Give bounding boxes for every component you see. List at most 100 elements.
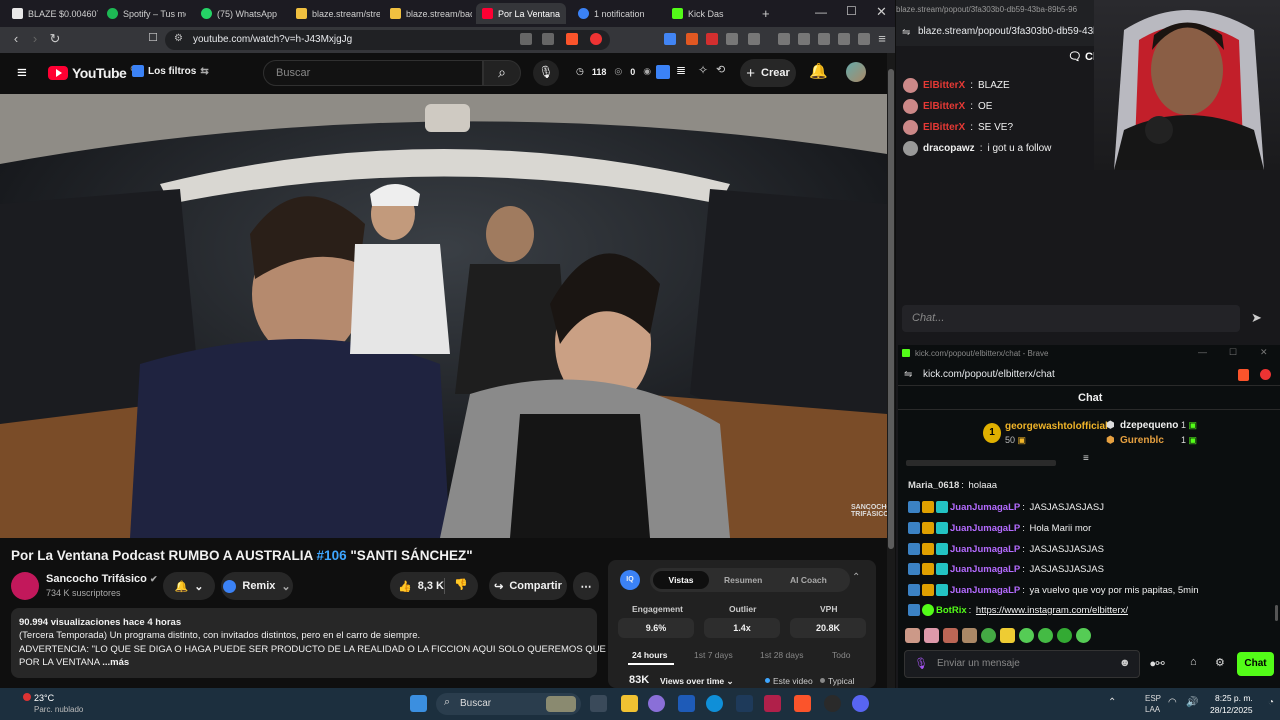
like-button[interactable]: 👍 8,3 K	[398, 580, 444, 593]
maximize-icon[interactable]: ☐	[1229, 347, 1237, 358]
leo-ai-icon[interactable]	[838, 33, 850, 45]
title-hashtag[interactable]: #106	[317, 548, 347, 563]
app-icon[interactable]	[764, 695, 781, 712]
chat-username[interactable]: ElBitterX	[923, 80, 965, 91]
iq-tab-vistas[interactable]: Vistas	[653, 571, 709, 589]
period-7d[interactable]: 1st 7 days	[694, 650, 733, 660]
tune-icon[interactable]: ⇋	[904, 369, 912, 380]
voice-search-button[interactable]: 🎙	[533, 60, 559, 86]
store-icon[interactable]: ⌂	[1190, 656, 1197, 668]
send-chat-button[interactable]: Chat	[1237, 652, 1274, 676]
guide-menu-icon[interactable]: ≡	[17, 63, 27, 83]
video-player[interactable]: SANCOCHO TRIFÁSICO	[0, 94, 887, 538]
emote-icon[interactable]	[1019, 628, 1034, 643]
iq-tab-ai-coach[interactable]: AI Coach	[790, 575, 827, 585]
tab-blaze-stream-2[interactable]: blaze.stream/bac	[384, 3, 472, 24]
views-mode-select[interactable]: Views over time ⌄	[660, 676, 734, 687]
close-tab-icon[interactable]: ✕	[565, 8, 566, 19]
filters-button[interactable]: Los filtros ⇆	[132, 65, 209, 77]
reload-icon[interactable]: ↻	[47, 31, 63, 47]
wifi-icon[interactable]: ◠	[1168, 697, 1177, 708]
app-icon[interactable]	[736, 695, 753, 712]
site-info-icon[interactable]: ⚙	[174, 33, 183, 44]
iq-extension-icon[interactable]	[656, 65, 670, 79]
tab-whatsapp[interactable]: (75) WhatsApp	[195, 3, 285, 24]
emote-icon[interactable]	[1038, 628, 1053, 643]
chat-username[interactable]: ElBitterX	[923, 122, 965, 133]
leader-name[interactable]: dzepequeno	[1120, 420, 1178, 431]
windows-start-icon[interactable]	[410, 695, 427, 712]
blaze-chat-input[interactable]: Chat...	[902, 305, 1240, 332]
minimize-icon[interactable]: —	[815, 5, 827, 19]
menu-hamburger-icon[interactable]: ≡	[874, 31, 890, 46]
language-layout[interactable]: LAA	[1145, 705, 1160, 714]
emote-icon[interactable]	[924, 628, 939, 643]
brave-shield-icon[interactable]	[1238, 369, 1249, 381]
task-view-icon[interactable]	[590, 695, 607, 712]
minimize-icon[interactable]: —	[1198, 347, 1207, 357]
back-arrow-icon[interactable]: ‹	[8, 31, 24, 46]
clock-time[interactable]: 8:25 p. m.	[1215, 693, 1253, 703]
period-all[interactable]: Todo	[832, 650, 850, 660]
collapse-chevron-icon[interactable]: ⌃	[852, 572, 860, 583]
chat-username[interactable]: dracopawz	[923, 143, 975, 154]
chat-username[interactable]: Maria_0618	[908, 480, 959, 491]
tab-notification[interactable]: 1 notification	[572, 3, 662, 24]
emote-icon[interactable]	[1057, 628, 1072, 643]
emoji-icon[interactable]: ☻	[1119, 657, 1131, 669]
list-icon[interactable]: ≣	[676, 63, 686, 77]
chat-link[interactable]: https://www.instagram.com/elbitterx/	[976, 605, 1128, 616]
obs-icon[interactable]	[824, 695, 841, 712]
translate-icon[interactable]: ⟲	[716, 63, 725, 76]
notification-bell-icon[interactable]: ◔	[1268, 697, 1274, 708]
remix-button[interactable]: Remix ⌄	[221, 572, 293, 600]
file-explorer-icon[interactable]	[621, 695, 638, 712]
share-button[interactable]: ↪ Compartir	[489, 572, 567, 600]
emote-icon[interactable]	[905, 628, 920, 643]
microphone-icon[interactable]: 🎙	[914, 657, 928, 670]
copilot-icon[interactable]	[648, 695, 665, 712]
media-icon[interactable]	[778, 33, 790, 45]
edge-icon[interactable]	[706, 695, 723, 712]
emote-icon[interactable]	[1076, 628, 1091, 643]
chat-username[interactable]: JuanJumagaLP	[950, 585, 1020, 596]
chat-username[interactable]: JuanJumagaLP	[950, 564, 1020, 575]
tab-blaze[interactable]: BLAZE $0.004607	[6, 3, 98, 24]
brave-rewards-icon[interactable]	[1260, 369, 1271, 380]
settings-gear-icon[interactable]: ⚙	[1215, 656, 1225, 669]
maximize-icon[interactable]: ☐	[846, 4, 857, 18]
tray-chevron-icon[interactable]: ⌃	[1108, 697, 1116, 708]
pinned-collapse-icon[interactable]: ≡	[1083, 453, 1089, 464]
period-28d[interactable]: 1st 28 days	[760, 650, 803, 660]
weather-temp[interactable]: 23°C	[34, 693, 54, 703]
show-more-link[interactable]: ...más	[102, 657, 129, 668]
top-gifter-name[interactable]: georgewashtolofficial	[1005, 421, 1108, 432]
chat-username[interactable]: BotRix	[936, 605, 967, 616]
page-scrollbar[interactable]	[887, 53, 895, 688]
notifications-bell-icon[interactable]: 🔔	[809, 62, 828, 80]
search-button[interactable]: ⌕	[483, 60, 521, 86]
forward-arrow-icon[interactable]: ›	[27, 31, 43, 46]
video-description[interactable]: 90.994 visualizaciones hace 4 horas (Ter…	[11, 608, 648, 678]
close-window-icon[interactable]: ✕	[1260, 347, 1268, 358]
weather-desc[interactable]: Parc. nublado	[34, 705, 83, 714]
tab-kick[interactable]: Kick Das	[666, 3, 754, 24]
cast-icon[interactable]	[520, 33, 532, 45]
period-24h[interactable]: 24 hours	[632, 650, 667, 660]
emote-icon[interactable]	[1000, 628, 1015, 643]
tune-icon[interactable]: ⇋	[902, 27, 910, 38]
vpn-icon[interactable]	[858, 33, 870, 45]
extensions-puzzle-icon[interactable]	[726, 33, 738, 45]
brave-icon[interactable]	[794, 695, 811, 712]
iq-tab-resumen[interactable]: Resumen	[724, 575, 762, 585]
kick-url[interactable]: kick.com/popout/elbitterx/chat	[923, 369, 1055, 380]
close-window-icon[interactable]: ✕	[876, 4, 887, 20]
scrollbar-thumb[interactable]	[888, 69, 894, 549]
chat-username[interactable]: JuanJumagaLP	[950, 523, 1020, 534]
emote-icon[interactable]	[943, 628, 958, 643]
subscribe-bell-button[interactable]: 🔔 ⌄	[163, 572, 215, 600]
sidebar-icon[interactable]	[798, 33, 810, 45]
tab-spotify[interactable]: Spotify – Tus me	[101, 3, 186, 24]
extension-box-icon[interactable]	[748, 33, 760, 45]
extension-fox-icon[interactable]	[686, 33, 698, 45]
